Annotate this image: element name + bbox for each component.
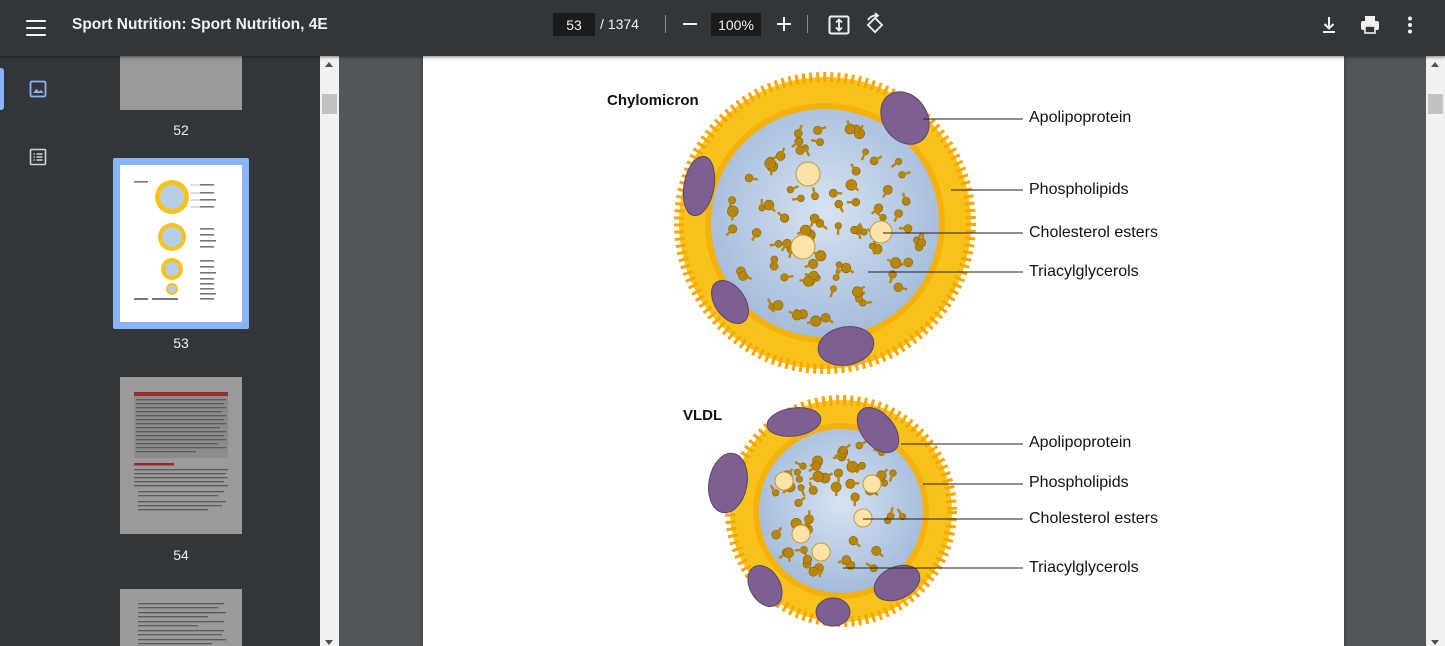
- scroll-down-arrow-icon[interactable]: [325, 640, 333, 645]
- thumbnail-label: 52: [173, 122, 189, 138]
- thumbnail-label: 54: [173, 547, 189, 563]
- toolbar-separator: [665, 15, 666, 33]
- tab-thumbnails[interactable]: [0, 68, 76, 110]
- thumbnail-page-55[interactable]: [120, 589, 242, 646]
- document-scroll-thumb[interactable]: [1428, 94, 1443, 114]
- label-apolipoprotein: Apolipoprotein: [1029, 109, 1132, 126]
- thumbnail-label: 53: [173, 335, 189, 351]
- sidebar: 52 53 54: [0, 56, 320, 646]
- label-cholesterol-esters: Cholesterol esters: [1029, 510, 1158, 527]
- thumbnail-page-52[interactable]: [120, 56, 242, 110]
- thumbnails-icon: [29, 80, 47, 98]
- chylomicron-particle: [674, 72, 976, 374]
- pdf-page: Chylomicron Apolipoprotein Phospholipids…: [423, 56, 1344, 646]
- rotate-icon[interactable]: [862, 12, 888, 38]
- minus-icon[interactable]: [678, 12, 702, 36]
- vldl-particle: [708, 395, 957, 627]
- page-number-input[interactable]: [553, 13, 595, 36]
- scroll-down-arrow-icon[interactable]: [1431, 640, 1439, 645]
- lipoprotein-diagram: [674, 72, 1023, 627]
- thumbnail-list: 52 53 54: [76, 56, 320, 646]
- thumbnail-page-53[interactable]: [113, 158, 249, 329]
- toolbar-separator: [807, 15, 808, 33]
- label-phospholipids: Phospholipids: [1029, 181, 1129, 198]
- print-icon[interactable]: [1357, 12, 1383, 38]
- tab-outline[interactable]: [0, 136, 76, 178]
- thumbnail-page-54[interactable]: [120, 377, 242, 534]
- sidebar-scrollbar[interactable]: [320, 56, 339, 646]
- scroll-up-arrow-icon[interactable]: [325, 62, 333, 67]
- vldl-title: VLDL: [683, 407, 723, 424]
- page-total: / 1374: [600, 16, 639, 32]
- fit-page-icon[interactable]: [826, 12, 852, 38]
- plus-icon[interactable]: [772, 12, 796, 36]
- scroll-up-arrow-icon[interactable]: [1431, 62, 1439, 67]
- download-icon[interactable]: [1316, 12, 1342, 38]
- label-triacylglycerols: Triacylglycerols: [1029, 263, 1139, 280]
- label-phospholipids: Phospholipids: [1029, 474, 1129, 491]
- document-scrollbar[interactable]: [1426, 56, 1445, 646]
- outline-icon: [29, 148, 47, 166]
- label-apolipoprotein: Apolipoprotein: [1029, 434, 1132, 451]
- label-triacylglycerols: Triacylglycerols: [1029, 559, 1139, 576]
- sidebar-tabs: [0, 56, 76, 646]
- more-vert-icon[interactable]: [1397, 12, 1423, 38]
- menu-icon[interactable]: [22, 14, 50, 42]
- pdf-toolbar: Sport Nutrition: Sport Nutrition, 4E / 1…: [0, 0, 1445, 56]
- document-title: Sport Nutrition: Sport Nutrition, 4E: [72, 16, 328, 33]
- document-viewer: Chylomicron Apolipoprotein Phospholipids…: [339, 56, 1426, 646]
- zoom-input[interactable]: [711, 13, 761, 36]
- label-cholesterol-esters: Cholesterol esters: [1029, 224, 1158, 241]
- sidebar-scroll-thumb[interactable]: [322, 94, 337, 114]
